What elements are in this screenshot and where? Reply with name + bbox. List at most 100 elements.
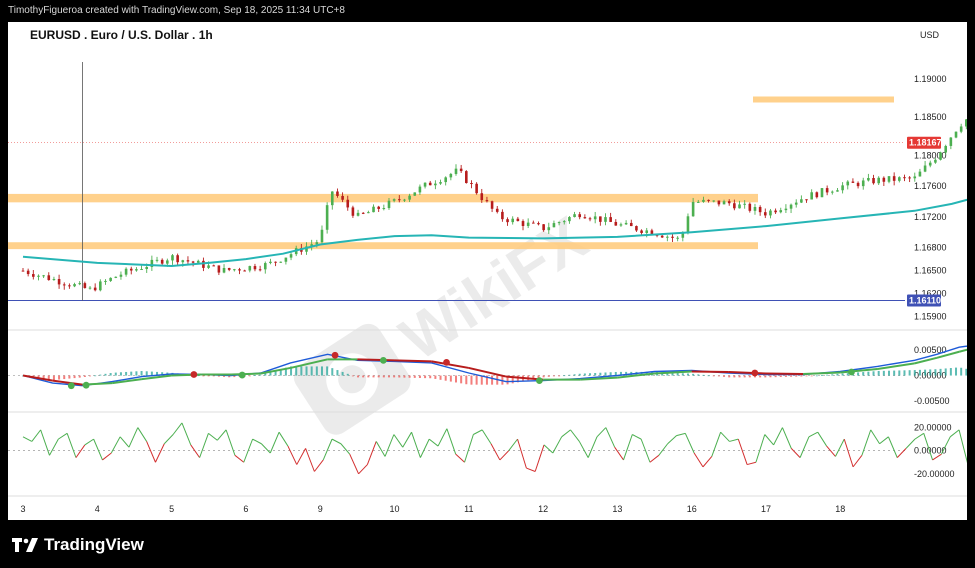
macd-histogram-bar [692,373,695,376]
macd-histogram-bar [475,375,478,385]
candle-body [114,276,118,278]
candle-body [397,199,401,201]
candle-body [794,202,798,205]
candle-body [356,212,360,216]
candle-body [738,204,741,209]
candle-body [62,284,66,286]
time-tick-label: 13 [612,504,622,514]
macd-histogram-bar [836,373,839,376]
price-tick-label: 1.16500 [914,266,947,276]
candle-body [73,284,76,287]
candle-body [408,195,411,200]
chart-header: TimothyFigueroa created with TradingView… [0,0,975,22]
tradingview-brand[interactable]: TradingView [12,535,144,555]
oscillator-segment [852,455,863,468]
candle-body [99,281,102,291]
cross-marker [67,382,75,390]
time-tick-label: 11 [464,504,473,514]
oscillator-segment [773,427,783,446]
candle-body [485,200,489,202]
macd-histogram-bar [774,375,777,378]
oscillator-segment [190,444,201,458]
macd-histogram-bar [367,375,370,378]
macd-histogram-bar [573,374,576,376]
macd-histogram-bar [439,375,442,380]
macd-histogram-bar [310,366,313,376]
macd-histogram-bar [150,371,153,376]
macd-histogram-bar [903,370,906,376]
candle-body [686,216,690,233]
macd-histogram-bar [491,375,494,385]
candle-body [882,177,886,182]
signal-line-segment [765,372,804,376]
trading-chart[interactable]: WikiFX EURUSD . Euro / U.S. Dollar . 1h … [8,22,975,520]
macd-histogram-bar [857,372,860,376]
cross-marker [190,371,198,378]
oscillator-segment [764,434,774,446]
oscillator-segment [384,434,395,457]
candle-body [944,145,948,153]
signal-line-segment [691,370,729,373]
candle-body [934,159,937,163]
oscillator-segment [808,431,818,438]
candle-body [856,182,860,187]
macd-histogram-bar [831,374,834,376]
candle-body [532,222,535,224]
macd-histogram-bar [145,371,148,376]
oscillator-segment [499,450,510,461]
macd-histogram-bar [790,375,793,377]
oscillator-segment [419,438,430,458]
macd-histogram-bar [558,375,561,377]
oscillator-segment [781,427,792,449]
macd-histogram-bar [769,375,772,378]
candle-body [351,207,355,216]
candle-body [903,177,906,179]
macd-histogram-bar [455,375,458,383]
candle-body [872,178,875,184]
oscillator-segment [949,429,960,438]
candle-body [217,265,221,273]
oscillator-segment [649,454,660,463]
macd-histogram-bar [599,372,602,376]
macd-histogram-bar [470,375,473,385]
candle-body [454,168,458,174]
oscillator-segment [305,448,315,472]
candle-body [831,191,834,193]
signal-line-segment [803,371,841,376]
macd-histogram-bar [728,375,731,378]
macd-histogram-bar [882,370,885,376]
oscillator-segment [172,422,183,435]
oscillator-segment [667,435,677,445]
macd-histogram-bar [357,375,360,378]
macd-histogram-bar [202,375,205,377]
macd-histogram-bar [712,375,715,377]
macd-histogram-bar [764,375,767,378]
macd-histogram-bar [697,374,700,376]
macd-histogram-bar [784,375,787,377]
candle-body [284,257,288,262]
oscillator-segment [349,453,360,475]
chart-frame: WikiFX EURUSD . Euro / U.S. Dollar . 1h … [8,22,975,520]
price-axes: 1.190001.185001.180001.176001.172001.168… [914,74,947,322]
candle-body [124,268,128,275]
oscillator-segment [481,429,492,445]
macd-histogram-bar [382,375,385,378]
time-tick-label: 9 [318,504,323,514]
candle-body [696,201,700,203]
candle-body [604,217,607,222]
candle-body [629,222,633,227]
time-tick-label: 17 [761,504,771,514]
candle-body [68,285,71,287]
oscillator-segment [826,445,836,457]
candle-body [258,269,262,271]
macd-histogram-bar [408,375,411,378]
candle-body [671,236,674,238]
candle-body [506,219,509,223]
macd-histogram-bar [259,374,262,376]
candle-body [361,212,365,214]
macd-histogram-bar [444,375,447,381]
oscillator-segment [22,436,33,442]
macd-histogram-bar [140,371,143,376]
candle-body [480,193,484,201]
candle-body [928,162,932,166]
